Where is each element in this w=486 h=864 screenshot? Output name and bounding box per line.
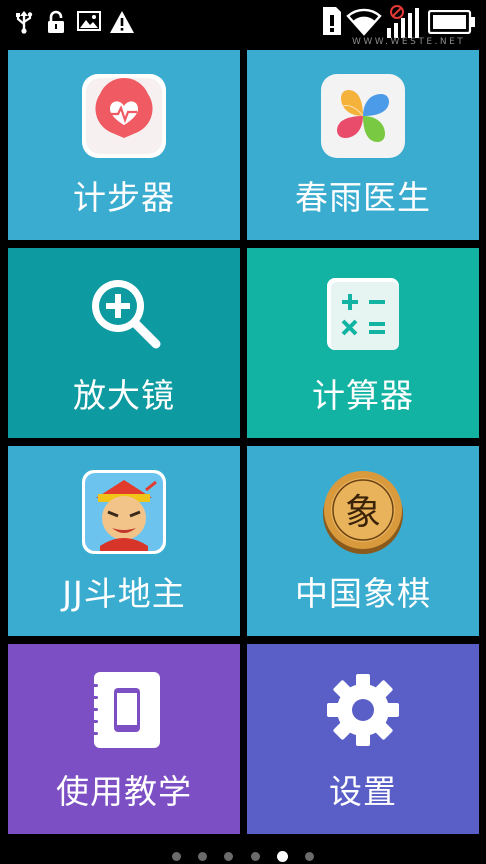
page-dot[interactable]	[224, 852, 234, 861]
page-indicator	[0, 846, 486, 862]
page-dot-active[interactable]	[276, 851, 288, 862]
phone-notebook-icon	[90, 672, 160, 748]
tile-label: 春雨医生	[295, 178, 431, 217]
watermark-text: WWW.WESTE.NET	[352, 37, 466, 47]
calculator-icon	[327, 278, 399, 350]
signal-icon	[387, 5, 419, 38]
tile-label: 设置	[329, 772, 397, 811]
tile-chinese-chess[interactable]: 象 中国象棋	[247, 446, 479, 636]
chess-piece-icon: 象	[323, 471, 403, 554]
tile-label: JJ斗地主	[62, 574, 186, 613]
tile-pedometer[interactable]: 计步器	[8, 50, 240, 240]
page-dot[interactable]	[198, 852, 208, 861]
warning-icon	[110, 11, 134, 33]
heart-pedometer-icon	[82, 74, 166, 158]
tile-chunyu-doctor[interactable]: 春雨医生	[247, 50, 479, 240]
usb-icon	[16, 11, 33, 34]
page-dot[interactable]	[250, 852, 260, 861]
sim-icon	[323, 7, 341, 35]
tile-settings[interactable]: 设置	[247, 644, 479, 834]
page-dot[interactable]	[304, 852, 314, 861]
tile-label: 计步器	[73, 178, 175, 217]
wifi-icon	[346, 8, 382, 36]
tile-jj-doudizhu[interactable]: JJ斗地主	[8, 446, 240, 636]
lock-icon	[48, 10, 64, 33]
tile-calculator[interactable]: 计算器	[247, 248, 479, 438]
battery-icon	[428, 10, 475, 34]
image-icon	[77, 11, 101, 31]
clover-icon	[321, 74, 405, 158]
game-character-icon	[82, 470, 166, 554]
tile-label: 计算器	[312, 376, 414, 415]
tile-label: 中国象棋	[295, 574, 431, 613]
tile-tutorial[interactable]: 使用教学	[8, 644, 240, 834]
page-dot[interactable]	[172, 852, 182, 861]
tile-magnifier[interactable]: 放大镜	[8, 248, 240, 438]
gear-icon	[327, 674, 399, 746]
status-bar: WWW.WESTE.NET	[0, 0, 486, 47]
magnifier-icon	[92, 280, 161, 349]
tile-label: 使用教学	[56, 772, 192, 811]
chess-glyph: 象	[345, 492, 381, 533]
tile-label: 放大镜	[73, 376, 175, 415]
